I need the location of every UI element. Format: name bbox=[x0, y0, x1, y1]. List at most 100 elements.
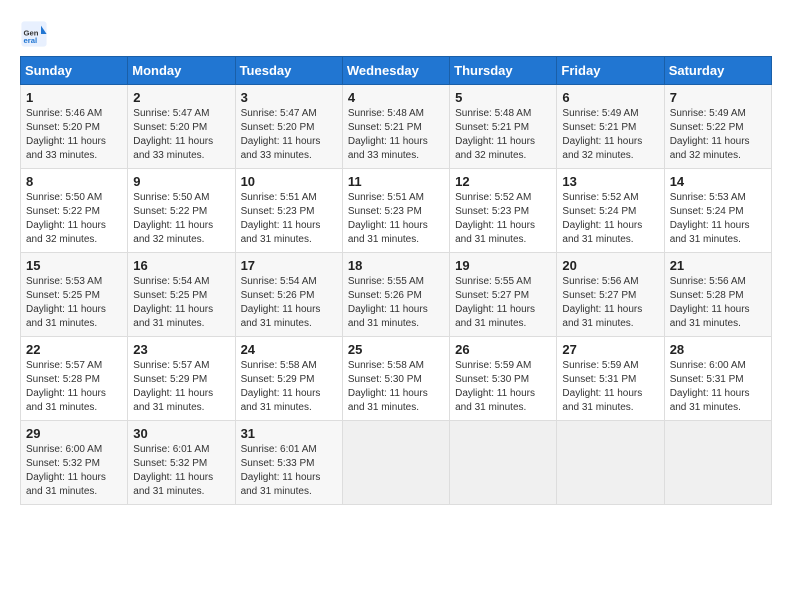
day-info: Sunrise: 5:59 AMSunset: 5:31 PMDaylight:… bbox=[562, 359, 658, 415]
day-info: Sunrise: 5:53 AMSunset: 5:25 PMDaylight:… bbox=[26, 275, 122, 331]
day-info: Sunrise: 5:53 AMSunset: 5:24 PMDaylight:… bbox=[670, 191, 766, 247]
calendar-cell bbox=[450, 421, 557, 505]
day-info: Sunrise: 5:56 AMSunset: 5:28 PMDaylight:… bbox=[670, 275, 766, 331]
day-info: Sunrise: 6:01 AMSunset: 5:33 PMDaylight:… bbox=[241, 443, 337, 499]
calendar-cell bbox=[557, 421, 664, 505]
calendar-cell: 27 Sunrise: 5:59 AMSunset: 5:31 PMDayligh… bbox=[557, 337, 664, 421]
calendar-cell: 17 Sunrise: 5:54 AMSunset: 5:26 PMDayligh… bbox=[235, 253, 342, 337]
page-header: Gen eral bbox=[20, 20, 772, 48]
day-number: 27 bbox=[562, 342, 658, 357]
day-number: 11 bbox=[348, 174, 444, 189]
calendar-week-row: 15Sunrise: 5:53 AMSunset: 5:25 PMDayligh… bbox=[21, 253, 772, 337]
day-number: 25 bbox=[348, 342, 444, 357]
svg-text:eral: eral bbox=[24, 36, 38, 45]
day-number: 13 bbox=[562, 174, 658, 189]
calendar-header-row: Sunday Monday Tuesday Wednesday Thursday… bbox=[21, 57, 772, 85]
header-sunday: Sunday bbox=[21, 57, 128, 85]
logo-icon: Gen eral bbox=[20, 20, 48, 48]
calendar-cell: 18 Sunrise: 5:55 AMSunset: 5:26 PMDayligh… bbox=[342, 253, 449, 337]
day-number: 3 bbox=[241, 90, 337, 105]
day-info: Sunrise: 5:47 AMSunset: 5:20 PMDaylight:… bbox=[241, 107, 337, 163]
day-number: 28 bbox=[670, 342, 766, 357]
calendar-cell: 30 Sunrise: 6:01 AMSunset: 5:32 PMDayligh… bbox=[128, 421, 235, 505]
calendar-cell: 8 Sunrise: 5:50 AMSunset: 5:22 PMDaylight… bbox=[21, 169, 128, 253]
header-tuesday: Tuesday bbox=[235, 57, 342, 85]
day-number: 29 bbox=[26, 426, 122, 441]
day-info: Sunrise: 5:49 AMSunset: 5:22 PMDaylight:… bbox=[670, 107, 766, 163]
calendar-cell: 16 Sunrise: 5:54 AMSunset: 5:25 PMDayligh… bbox=[128, 253, 235, 337]
calendar-week-row: 29 Sunrise: 6:00 AMSunset: 5:32 PMDayligh… bbox=[21, 421, 772, 505]
calendar-cell: 31 Sunrise: 6:01 AMSunset: 5:33 PMDayligh… bbox=[235, 421, 342, 505]
calendar-cell: 13 Sunrise: 5:52 AMSunset: 5:24 PMDayligh… bbox=[557, 169, 664, 253]
calendar-cell: 2Sunrise: 5:47 AMSunset: 5:20 PMDaylight… bbox=[128, 85, 235, 169]
day-number: 14 bbox=[670, 174, 766, 189]
day-info: Sunrise: 5:55 AMSunset: 5:27 PMDaylight:… bbox=[455, 275, 551, 331]
calendar-cell: 4 Sunrise: 5:48 AMSunset: 5:21 PMDaylight… bbox=[342, 85, 449, 169]
day-info: Sunrise: 6:00 AMSunset: 5:31 PMDaylight:… bbox=[670, 359, 766, 415]
day-info: Sunrise: 5:54 AMSunset: 5:26 PMDaylight:… bbox=[241, 275, 337, 331]
calendar-cell: 12Sunrise: 5:52 AMSunset: 5:23 PMDayligh… bbox=[450, 169, 557, 253]
day-number: 16 bbox=[133, 258, 229, 273]
day-number: 30 bbox=[133, 426, 229, 441]
calendar-cell: 21 Sunrise: 5:56 AMSunset: 5:28 PMDayligh… bbox=[664, 253, 771, 337]
day-info: Sunrise: 5:48 AMSunset: 5:21 PMDaylight:… bbox=[348, 107, 444, 163]
calendar-cell bbox=[342, 421, 449, 505]
day-info: Sunrise: 5:50 AMSunset: 5:22 PMDaylight:… bbox=[133, 191, 229, 247]
day-info: Sunrise: 5:48 AMSunset: 5:21 PMDaylight:… bbox=[455, 107, 551, 163]
day-number: 24 bbox=[241, 342, 337, 357]
day-number: 12 bbox=[455, 174, 551, 189]
header-thursday: Thursday bbox=[450, 57, 557, 85]
day-number: 22 bbox=[26, 342, 122, 357]
day-number: 21 bbox=[670, 258, 766, 273]
day-info: Sunrise: 5:55 AMSunset: 5:26 PMDaylight:… bbox=[348, 275, 444, 331]
day-number: 9 bbox=[133, 174, 229, 189]
calendar-cell: 28 Sunrise: 6:00 AMSunset: 5:31 PMDayligh… bbox=[664, 337, 771, 421]
calendar-cell: 3 Sunrise: 5:47 AMSunset: 5:20 PMDaylight… bbox=[235, 85, 342, 169]
day-info: Sunrise: 5:54 AMSunset: 5:25 PMDaylight:… bbox=[133, 275, 229, 331]
calendar-cell: 29 Sunrise: 6:00 AMSunset: 5:32 PMDayligh… bbox=[21, 421, 128, 505]
header-monday: Monday bbox=[128, 57, 235, 85]
calendar-cell: 26 Sunrise: 5:59 AMSunset: 5:30 PMDayligh… bbox=[450, 337, 557, 421]
day-number: 8 bbox=[26, 174, 122, 189]
day-info: Sunrise: 6:01 AMSunset: 5:32 PMDaylight:… bbox=[133, 443, 229, 499]
day-info: Sunrise: 5:52 AMSunset: 5:24 PMDaylight:… bbox=[562, 191, 658, 247]
day-info: Sunrise: 5:57 AMSunset: 5:28 PMDaylight:… bbox=[26, 359, 122, 415]
day-number: 1 bbox=[26, 90, 122, 105]
day-info: Sunrise: 5:58 AMSunset: 5:30 PMDaylight:… bbox=[348, 359, 444, 415]
calendar-cell: 11 Sunrise: 5:51 AMSunset: 5:23 PMDayligh… bbox=[342, 169, 449, 253]
day-number: 17 bbox=[241, 258, 337, 273]
day-info: Sunrise: 5:49 AMSunset: 5:21 PMDaylight:… bbox=[562, 107, 658, 163]
calendar-cell: 14 Sunrise: 5:53 AMSunset: 5:24 PMDayligh… bbox=[664, 169, 771, 253]
day-number: 19 bbox=[455, 258, 551, 273]
calendar-cell: 6 Sunrise: 5:49 AMSunset: 5:21 PMDaylight… bbox=[557, 85, 664, 169]
calendar-cell: 25 Sunrise: 5:58 AMSunset: 5:30 PMDayligh… bbox=[342, 337, 449, 421]
day-number: 26 bbox=[455, 342, 551, 357]
calendar-cell: 9 Sunrise: 5:50 AMSunset: 5:22 PMDaylight… bbox=[128, 169, 235, 253]
day-info: Sunrise: 5:56 AMSunset: 5:27 PMDaylight:… bbox=[562, 275, 658, 331]
day-info: Sunrise: 6:00 AMSunset: 5:32 PMDaylight:… bbox=[26, 443, 122, 499]
day-number: 31 bbox=[241, 426, 337, 441]
day-number: 4 bbox=[348, 90, 444, 105]
day-number: 20 bbox=[562, 258, 658, 273]
calendar-cell: 15Sunrise: 5:53 AMSunset: 5:25 PMDayligh… bbox=[21, 253, 128, 337]
day-number: 10 bbox=[241, 174, 337, 189]
calendar-cell: 24 Sunrise: 5:58 AMSunset: 5:29 PMDayligh… bbox=[235, 337, 342, 421]
calendar-cell: 22 Sunrise: 5:57 AMSunset: 5:28 PMDayligh… bbox=[21, 337, 128, 421]
calendar-week-row: 8 Sunrise: 5:50 AMSunset: 5:22 PMDaylight… bbox=[21, 169, 772, 253]
day-number: 18 bbox=[348, 258, 444, 273]
day-number: 6 bbox=[562, 90, 658, 105]
calendar-cell: 1Sunrise: 5:46 AMSunset: 5:20 PMDaylight… bbox=[21, 85, 128, 169]
calendar-cell: 10 Sunrise: 5:51 AMSunset: 5:23 PMDayligh… bbox=[235, 169, 342, 253]
calendar-cell: 5 Sunrise: 5:48 AMSunset: 5:21 PMDaylight… bbox=[450, 85, 557, 169]
day-info: Sunrise: 5:50 AMSunset: 5:22 PMDaylight:… bbox=[26, 191, 122, 247]
day-number: 2 bbox=[133, 90, 229, 105]
day-info: Sunrise: 5:58 AMSunset: 5:29 PMDaylight:… bbox=[241, 359, 337, 415]
calendar-cell: 23 Sunrise: 5:57 AMSunset: 5:29 PMDayligh… bbox=[128, 337, 235, 421]
day-number: 5 bbox=[455, 90, 551, 105]
day-number: 23 bbox=[133, 342, 229, 357]
day-info: Sunrise: 5:51 AMSunset: 5:23 PMDaylight:… bbox=[348, 191, 444, 247]
day-info: Sunrise: 5:51 AMSunset: 5:23 PMDaylight:… bbox=[241, 191, 337, 247]
calendar-cell bbox=[664, 421, 771, 505]
day-info: Sunrise: 5:59 AMSunset: 5:30 PMDaylight:… bbox=[455, 359, 551, 415]
day-info: Sunrise: 5:57 AMSunset: 5:29 PMDaylight:… bbox=[133, 359, 229, 415]
